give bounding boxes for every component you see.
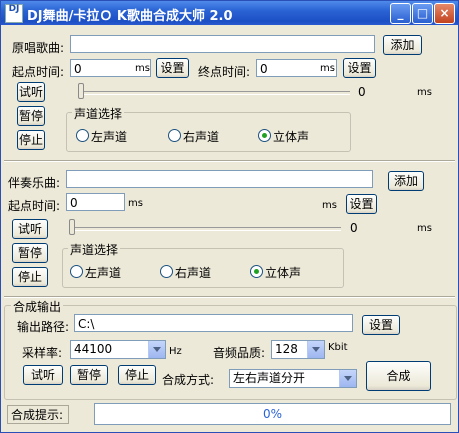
sample-rate-unit: Hz [169, 346, 182, 357]
quality-label: 音频品质: [213, 346, 266, 360]
sample-rate-dropdown-icon[interactable] [148, 341, 165, 358]
accomp-start-label: 起点时间: [8, 199, 61, 213]
accomp-pause-button[interactable]: 暂停 [12, 243, 48, 263]
accomp-start-input[interactable]: 0 [66, 193, 125, 211]
output-path-set-button[interactable]: 设置 [362, 315, 400, 335]
output-audition-button[interactable]: 试听 [23, 365, 63, 385]
accomp-position-unit: ms [417, 223, 432, 234]
original-pause-button[interactable]: 暂停 [17, 106, 45, 126]
original-song-label: 原唱歌曲: [12, 41, 65, 55]
accomp-channel-title: 声道选择 [68, 241, 121, 258]
accomp-stop-button[interactable]: 停止 [12, 267, 48, 287]
original-position-unit: ms [417, 87, 432, 98]
close-button[interactable]: × [434, 3, 455, 24]
original-left-radio[interactable] [76, 129, 89, 142]
original-end-label: 终点时间: [198, 65, 251, 79]
minimize-button[interactable]: _ [390, 3, 411, 24]
original-position-value: 0 [358, 85, 366, 99]
original-song-input[interactable] [70, 35, 375, 53]
original-start-value: 0 [74, 62, 82, 76]
accomp-set-button[interactable]: 设置 [346, 194, 377, 214]
original-right-label[interactable]: 右声道 [183, 128, 219, 145]
original-stop-button[interactable]: 停止 [17, 130, 45, 150]
original-end-unit: ms [320, 63, 335, 74]
title-bar[interactable]: DJ DJ舞曲/卡拉Ｏ K歌曲合成大师 2.0 _ □ × [1, 1, 458, 25]
accomp-position-track [69, 227, 341, 231]
accomp-start-unit: ms [128, 198, 143, 209]
maximize-button[interactable]: □ [412, 3, 433, 24]
quality-dropdown-icon[interactable] [307, 341, 324, 358]
mode-dropdown-icon[interactable] [339, 370, 356, 387]
output-pause-button[interactable]: 暂停 [70, 365, 108, 385]
accomp-right-label[interactable]: 右声道 [175, 264, 211, 281]
output-group-title: 合成输出 [11, 298, 64, 315]
output-path-input[interactable]: C:\ [74, 314, 353, 332]
accomp-left-radio[interactable] [70, 265, 83, 278]
window-title: DJ舞曲/卡拉Ｏ K歌曲合成大师 2.0 [27, 9, 233, 24]
original-right-radio[interactable] [168, 129, 181, 142]
app-icon: DJ [5, 4, 23, 23]
progress-bar: 0% [94, 403, 451, 425]
quality-value: 128 [275, 342, 298, 356]
hint-label: 合成提示: [7, 405, 69, 424]
original-start-unit: ms [135, 63, 150, 74]
mode-select[interactable]: 左右声道分开 [229, 369, 357, 388]
original-left-label[interactable]: 左声道 [91, 128, 127, 145]
original-set-start-button[interactable]: 设置 [156, 58, 189, 78]
accomp-stereo-label[interactable]: 立体声 [265, 264, 301, 281]
main-window: DJ DJ舞曲/卡拉Ｏ K歌曲合成大师 2.0 _ □ × 原唱歌曲: 添加 起… [0, 0, 459, 433]
sample-rate-value: 44100 [74, 342, 113, 356]
sample-rate-select[interactable]: 44100 [70, 340, 166, 359]
original-stereo-radio-dot [262, 133, 267, 138]
original-start-label: 起点时间: [12, 65, 65, 79]
accomp-song-input[interactable] [66, 170, 373, 188]
original-end-value: 0 [260, 62, 268, 76]
original-stereo-label[interactable]: 立体声 [273, 128, 309, 145]
sample-rate-label: 采样率: [22, 346, 63, 360]
output-path-label: 输出路径: [17, 320, 70, 334]
mode-value: 左右声道分开 [233, 371, 306, 385]
output-stop-button[interactable]: 停止 [118, 365, 156, 385]
accomp-left-label[interactable]: 左声道 [85, 264, 121, 281]
original-set-end-button[interactable]: 设置 [343, 58, 376, 78]
accomp-audition-button[interactable]: 试听 [12, 219, 48, 239]
accomp-end-unit: ms [322, 200, 337, 211]
progress-text: 0% [262, 407, 283, 421]
quality-unit: Kbit [328, 342, 348, 353]
accomp-add-button[interactable]: 添加 [388, 171, 424, 191]
mode-label: 合成方式: [162, 373, 215, 387]
original-position-slider[interactable] [78, 83, 84, 99]
accomp-stereo-radio[interactable] [250, 265, 263, 278]
original-add-button[interactable]: 添加 [383, 35, 422, 55]
accomp-right-radio[interactable] [160, 265, 173, 278]
section-divider-1 [4, 160, 455, 162]
original-position-track [78, 91, 350, 95]
original-stereo-radio[interactable] [258, 129, 271, 142]
compose-button[interactable]: 合成 [366, 361, 431, 391]
original-channel-title: 声道选择 [72, 105, 125, 122]
accomp-song-label: 伴奏乐曲: [8, 176, 61, 190]
original-audition-button[interactable]: 试听 [17, 82, 45, 102]
section-divider-2 [4, 296, 455, 298]
accomp-position-value: 0 [350, 221, 358, 235]
accomp-position-slider[interactable] [69, 219, 75, 235]
quality-select[interactable]: 128 [271, 340, 325, 359]
accomp-stereo-radio-dot [254, 269, 259, 274]
accomp-start-value: 0 [70, 196, 78, 210]
